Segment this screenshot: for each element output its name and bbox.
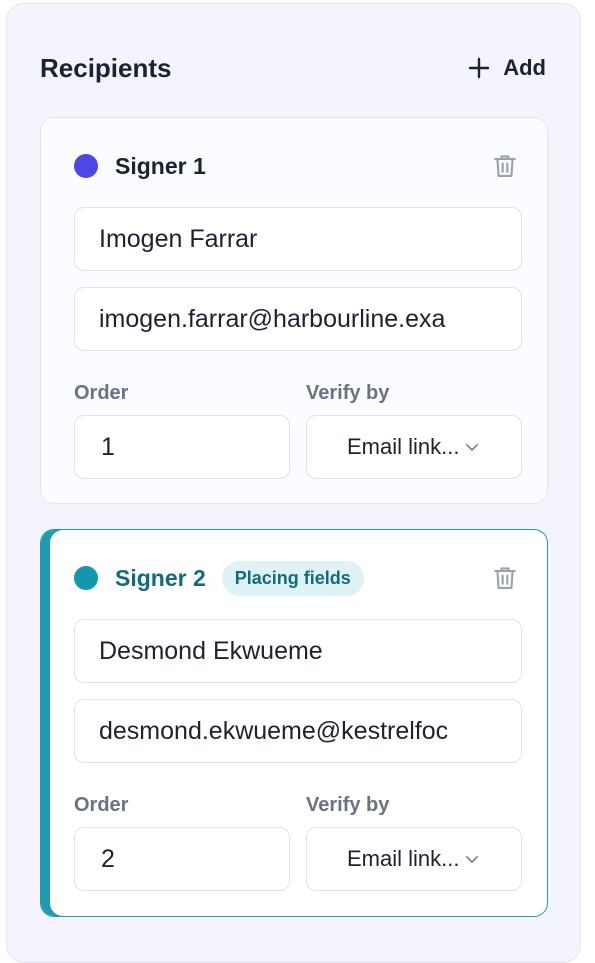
signer-card-2[interactable]: Signer 2 Placing fields Order Verify by …	[40, 529, 548, 917]
panel-title: Recipients	[40, 52, 172, 83]
signer-label: Signer 1	[115, 152, 206, 179]
signer-card-header: Signer 2 Placing fields	[74, 558, 523, 598]
order-label: Order	[74, 382, 129, 404]
signer-name-input[interactable]	[74, 207, 522, 271]
delete-signer-button[interactable]	[487, 148, 523, 184]
signer-email-input[interactable]	[74, 287, 522, 351]
trash-icon	[494, 567, 516, 589]
add-recipient-button[interactable]: Add	[461, 51, 552, 85]
trash-icon	[494, 155, 516, 177]
signer-color-dot	[74, 154, 98, 178]
signer-name-input[interactable]	[74, 619, 522, 683]
verify-by-value: Email link...	[347, 846, 460, 871]
verify-by-select[interactable]: Email link...	[306, 827, 522, 891]
signer-color-dot	[74, 566, 98, 590]
signer-card-1[interactable]: Signer 1 Order Verify by Email link...	[40, 117, 548, 504]
status-badge: Placing fields	[221, 560, 364, 596]
order-label: Order	[74, 794, 129, 816]
verify-label: Verify by	[306, 382, 390, 404]
verify-by-select[interactable]: Email link...	[306, 415, 522, 479]
add-label: Add	[503, 55, 546, 80]
signer-email-input[interactable]	[74, 699, 522, 763]
signer-label: Signer 2	[115, 564, 206, 591]
chevron-down-icon	[466, 444, 479, 451]
signer-card-header: Signer 1	[74, 146, 523, 186]
panel-header: Recipients Add	[40, 48, 552, 88]
delete-signer-button[interactable]	[487, 560, 523, 596]
verify-label: Verify by	[306, 794, 390, 816]
order-input[interactable]	[74, 415, 290, 479]
chevron-down-icon	[466, 856, 479, 863]
verify-by-value: Email link...	[347, 434, 460, 459]
recipients-panel: Recipients Add Signer 1 Order Verify by …	[6, 3, 581, 963]
order-input[interactable]	[74, 827, 290, 891]
plus-icon	[469, 57, 490, 79]
